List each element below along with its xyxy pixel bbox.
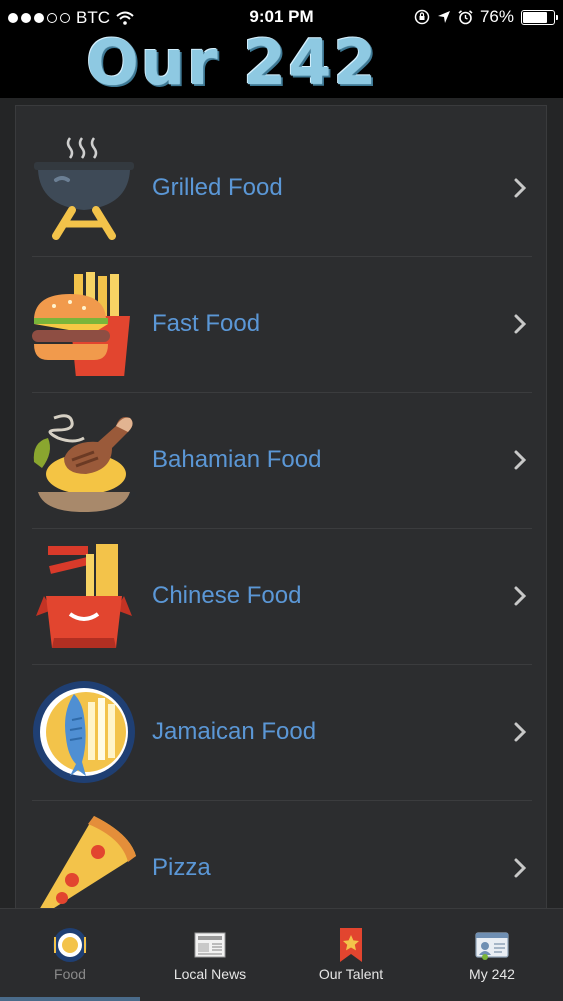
list-item-jamaican-food[interactable]: Jamaican Food: [32, 664, 532, 801]
category-list: Grilled Food Fast Food Bahamian Food Chi…: [15, 105, 547, 910]
tab-label: Our Talent: [318, 966, 384, 982]
category-label: Bahamian Food: [152, 446, 322, 473]
category-label: Pizza: [152, 854, 211, 881]
chevron-right-icon: [514, 314, 527, 334]
list-item-bahamian-food[interactable]: Bahamian Food: [32, 392, 532, 529]
alarm-icon: [458, 9, 473, 24]
takeout-box-icon: [36, 544, 132, 648]
chevron-right-icon: [514, 586, 527, 606]
star-ribbon-icon: [340, 928, 362, 962]
list-item-pizza[interactable]: Pizza: [32, 800, 532, 909]
burger-fries-icon: [32, 272, 130, 376]
list-item-fast-food[interactable]: Fast Food: [32, 256, 532, 393]
food-plate-icon: [53, 928, 87, 962]
chevron-right-icon: [514, 450, 527, 470]
battery-icon: [521, 9, 558, 25]
category-label: Jamaican Food: [152, 718, 317, 745]
location-arrow-icon: [437, 11, 450, 23]
app-header: Our 242: [0, 26, 563, 99]
tab-bar: Food Local News Our Talent My 242: [0, 908, 563, 1001]
category-label: Chinese Food: [152, 582, 302, 609]
category-label: Fast Food: [152, 310, 261, 337]
rotation-lock-icon: [414, 9, 430, 25]
chevron-right-icon: [514, 858, 527, 878]
tab-local-news[interactable]: Local News: [140, 909, 280, 1001]
chevron-right-icon: [514, 722, 527, 742]
tab-our-talent[interactable]: Our Talent: [281, 909, 421, 1001]
app-logo: Our 242: [86, 26, 379, 99]
newspaper-icon: [194, 932, 226, 958]
grill-icon: [34, 137, 134, 240]
battery-percent: 76%: [479, 7, 514, 26]
pizza-slice-icon: [39, 816, 136, 909]
chicken-leg-icon: [32, 414, 136, 512]
fish-plate-icon: [33, 681, 135, 783]
status-right: 76%: [414, 7, 558, 27]
category-label: Grilled Food: [152, 174, 283, 201]
tab-label: Food: [54, 966, 86, 982]
list-item-chinese-food[interactable]: Chinese Food: [32, 528, 532, 665]
chevron-right-icon: [514, 178, 527, 198]
tab-label: My 242: [469, 966, 515, 982]
tab-label: Local News: [173, 966, 247, 982]
list-item-grilled-food[interactable]: Grilled Food: [32, 120, 532, 257]
tab-my-242[interactable]: My 242: [422, 909, 562, 1001]
active-tab-indicator: [0, 997, 140, 1001]
tab-food[interactable]: Food: [0, 909, 140, 1001]
id-card-icon: [475, 932, 509, 960]
